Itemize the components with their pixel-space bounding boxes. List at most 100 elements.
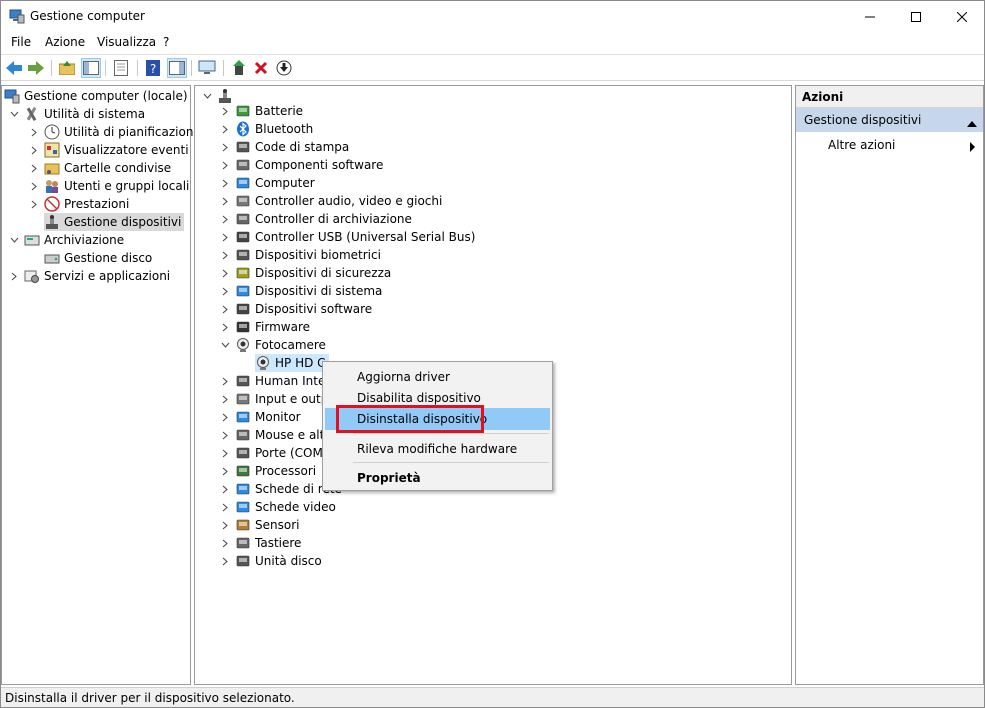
chevron-right-icon[interactable]	[219, 249, 231, 261]
device-category-system[interactable]: Dispositivi di sistema	[219, 282, 382, 300]
device-category-sensors[interactable]: Sensori	[219, 516, 299, 534]
tree-item-task-scheduler[interactable]: Utilità di pianificazione	[28, 123, 201, 141]
show-action-pane-icon[interactable]	[167, 58, 187, 78]
system-device-icon	[235, 283, 251, 299]
chevron-right-icon[interactable]	[28, 144, 40, 156]
title-bar[interactable]: Gestione computer	[1, 1, 984, 32]
chevron-right-icon[interactable]	[28, 126, 40, 138]
device-category-cameras[interactable]: Fotocamere	[219, 336, 326, 354]
forward-arrow-icon[interactable]	[26, 58, 46, 78]
chevron-right-icon[interactable]	[219, 555, 231, 567]
device-category-ports[interactable]: Porte (COM	[219, 444, 323, 462]
device-category-computer[interactable]: Computer	[219, 174, 315, 192]
device-category-hid[interactable]: Human Inte	[219, 372, 325, 390]
device-category-biometric[interactable]: Dispositivi biometrici	[219, 246, 381, 264]
device-category-bluetooth[interactable]: Bluetooth	[219, 120, 313, 138]
battery-icon	[235, 103, 251, 119]
chevron-right-icon[interactable]	[219, 465, 231, 477]
device-manager-icon	[44, 214, 60, 230]
menu-action[interactable]: Azione	[45, 35, 85, 49]
chevron-right-icon[interactable]	[219, 303, 231, 315]
chevron-right-icon[interactable]	[219, 141, 231, 153]
chevron-right-icon[interactable]	[219, 213, 231, 225]
menu-help[interactable]: ?	[163, 35, 169, 49]
back-arrow-icon[interactable]	[4, 58, 24, 78]
show-hide-console-tree-icon[interactable]	[81, 58, 101, 78]
tree-item-shared-folders[interactable]: Cartelle condivise	[28, 159, 171, 177]
device-category-keyboards[interactable]: Tastiere	[219, 534, 301, 552]
chevron-right-icon[interactable]	[219, 429, 231, 441]
chevron-right-icon[interactable]	[219, 411, 231, 423]
device-category-audio[interactable]: Controller audio, video e giochi	[219, 192, 442, 210]
menu-view[interactable]: Visualizza	[97, 35, 156, 49]
chevron-down-icon[interactable]	[219, 339, 231, 351]
device-category-firmware[interactable]: Firmware	[219, 318, 310, 336]
tree-item-root[interactable]: Gestione computer (locale)	[4, 87, 188, 105]
tree-item-local-users-groups[interactable]: Utenti e gruppi locali	[28, 177, 189, 195]
chevron-right-icon[interactable]	[8, 270, 20, 282]
device-category-batteries[interactable]: Batterie	[219, 102, 303, 120]
chevron-right-icon[interactable]	[219, 195, 231, 207]
menu-file[interactable]: File	[11, 35, 31, 49]
tree-item-storage[interactable]: Archiviazione	[8, 231, 124, 249]
maximize-button[interactable]	[893, 1, 939, 32]
tree-item-services-apps[interactable]: Servizi e applicazioni	[8, 267, 170, 285]
chevron-right-icon[interactable]	[219, 393, 231, 405]
context-scan-hardware[interactable]: Rileva modifiche hardware	[325, 438, 550, 460]
chevron-right-icon[interactable]	[219, 267, 231, 279]
chevron-right-icon[interactable]	[219, 537, 231, 549]
context-update-driver[interactable]: Aggiorna driver	[325, 366, 550, 388]
device-category-software-devices[interactable]: Dispositivi software	[219, 300, 372, 318]
chevron-right-icon[interactable]	[219, 519, 231, 531]
chevron-right-icon[interactable]	[219, 501, 231, 513]
chevron-right-icon[interactable]	[28, 180, 40, 192]
device-category-storage-controllers[interactable]: Controller di archiviazione	[219, 210, 412, 228]
up-folder-icon[interactable]	[57, 58, 77, 78]
chevron-right-icon[interactable]	[219, 231, 231, 243]
submenu-triangle-icon[interactable]	[970, 141, 975, 155]
update-driver-icon[interactable]	[229, 58, 249, 78]
device-category-disk-drives[interactable]: Unità disco	[219, 552, 322, 570]
disable-down-arrow-icon[interactable]	[274, 58, 294, 78]
chevron-right-icon[interactable]	[219, 447, 231, 459]
device-category-video[interactable]: Schede video	[219, 498, 336, 516]
collapse-triangle-icon[interactable]	[967, 116, 977, 130]
device-category-usb[interactable]: Controller USB (Universal Serial Bus)	[219, 228, 475, 246]
tree-item-system-tools[interactable]: Utilità di sistema	[8, 105, 145, 123]
minimize-button[interactable]	[847, 1, 893, 32]
more-actions-item[interactable]: Altre azioni	[828, 138, 895, 152]
close-button[interactable]	[939, 1, 985, 32]
tree-item-disk-management[interactable]: Gestione disco	[44, 249, 152, 267]
chevron-down-icon[interactable]	[201, 90, 213, 102]
chevron-right-icon[interactable]	[28, 198, 40, 210]
device-category-monitor[interactable]: Monitor	[219, 408, 301, 426]
device-category-processors[interactable]: Processori	[219, 462, 316, 480]
device-category-io[interactable]: Input e outp	[219, 390, 328, 408]
chevron-right-icon[interactable]	[219, 285, 231, 297]
status-bar: Disinstalla il driver per il dispositivo…	[1, 687, 984, 707]
device-category-software-components[interactable]: Componenti software	[219, 156, 383, 174]
chevron-down-icon[interactable]	[8, 234, 20, 246]
chevron-right-icon[interactable]	[219, 159, 231, 171]
chevron-right-icon[interactable]	[28, 162, 40, 174]
device-category-mouse[interactable]: Mouse e altr	[219, 426, 329, 444]
chevron-right-icon[interactable]	[219, 177, 231, 189]
chevron-down-icon[interactable]	[8, 108, 20, 120]
chevron-right-icon[interactable]	[219, 483, 231, 495]
chevron-right-icon[interactable]	[219, 105, 231, 117]
monitor-scan-icon[interactable]	[197, 58, 217, 78]
actions-section-device-manager[interactable]: Gestione dispositivi	[796, 108, 983, 132]
chevron-right-icon[interactable]	[219, 375, 231, 387]
chevron-right-icon[interactable]	[219, 123, 231, 135]
tree-item-event-viewer[interactable]: Visualizzatore eventi	[28, 141, 189, 159]
device-category-camera-child[interactable]: HP HD C	[255, 354, 329, 372]
device-category-print-queues[interactable]: Code di stampa	[219, 138, 349, 156]
chevron-right-icon[interactable]	[219, 321, 231, 333]
uninstall-red-x-icon[interactable]	[251, 58, 271, 78]
context-properties[interactable]: Proprietà	[325, 467, 550, 489]
properties-sheet-icon[interactable]	[111, 58, 131, 78]
tree-item-performance[interactable]: Prestazioni	[28, 195, 129, 213]
help-icon[interactable]: ?	[143, 58, 163, 78]
tree-item-device-manager[interactable]: Gestione dispositivi	[44, 213, 185, 231]
device-category-security[interactable]: Dispositivi di sicurezza	[219, 264, 391, 282]
